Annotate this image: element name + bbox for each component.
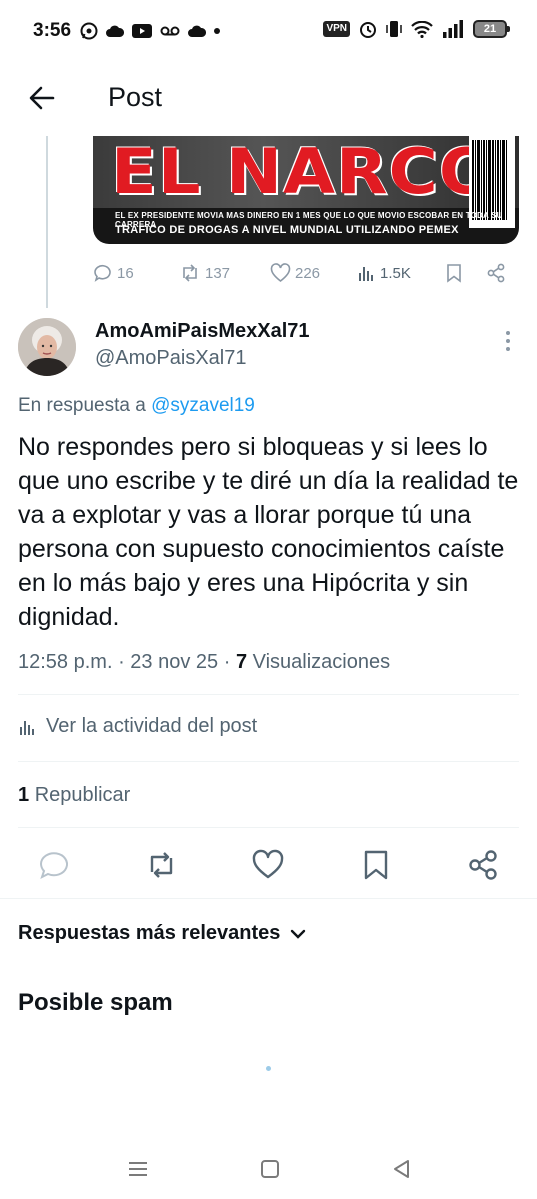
analytics-icon bbox=[20, 720, 34, 735]
top-app-bar: Post bbox=[0, 62, 537, 136]
post-metadata: 12:58 p.m. · 23 nov 25 · 7 Visualizacion… bbox=[18, 651, 391, 673]
divider bbox=[18, 827, 519, 828]
parent-like-button[interactable]: 226 bbox=[270, 263, 320, 283]
parent-post-media[interactable]: EL NARCO EL EX PRESIDENTE MOVIA MAS DINE… bbox=[93, 136, 519, 244]
repost-button[interactable] bbox=[144, 848, 178, 882]
cloud-icon bbox=[188, 25, 206, 37]
whatsapp-icon bbox=[80, 22, 98, 40]
comment-icon bbox=[94, 264, 111, 282]
share-icon bbox=[469, 850, 497, 880]
parent-views-button[interactable]: 1.5K bbox=[358, 264, 411, 282]
repost-count: 1 bbox=[18, 784, 30, 806]
repost-stats[interactable]: 1 Republicar bbox=[18, 784, 130, 807]
dot-icon bbox=[214, 28, 220, 34]
home-button[interactable] bbox=[257, 1156, 283, 1182]
reply-context: En respuesta a @syzavel19 bbox=[18, 395, 255, 417]
like-button[interactable] bbox=[251, 848, 285, 882]
page-title: Post bbox=[108, 82, 163, 112]
more-vertical-icon bbox=[506, 331, 510, 351]
system-nav-bar bbox=[0, 1140, 537, 1199]
post-activity-label: Ver la actividad del post bbox=[46, 715, 258, 737]
parent-share-button[interactable] bbox=[486, 263, 506, 283]
media-tagline: TRAFICO DE DROGAS A NIVEL MUNDIAL UTILIZ… bbox=[115, 224, 459, 236]
youtube-icon bbox=[132, 24, 152, 38]
parent-reply-count: 16 bbox=[117, 264, 134, 282]
chevron-down-icon bbox=[291, 929, 306, 939]
parent-repost-button[interactable]: 137 bbox=[179, 263, 230, 283]
thread-connector-line bbox=[46, 136, 48, 308]
cloud-icon bbox=[106, 25, 124, 37]
parent-view-count: 1.5K bbox=[380, 264, 411, 282]
possible-spam-heading[interactable]: Posible spam bbox=[18, 989, 173, 1017]
voicemail-icon bbox=[160, 26, 180, 36]
post-action-bar bbox=[0, 840, 537, 888]
status-time: 3:56 bbox=[33, 20, 72, 41]
bookmark-button[interactable] bbox=[359, 848, 393, 882]
heart-icon bbox=[252, 849, 284, 879]
parent-bookmark-button[interactable] bbox=[445, 263, 463, 283]
arrow-left-icon bbox=[29, 86, 55, 110]
parent-like-count: 226 bbox=[295, 264, 321, 282]
parent-post-actions: 16 137 226 1.5K bbox=[93, 259, 513, 287]
heart-icon bbox=[270, 263, 291, 283]
notification-icons bbox=[80, 22, 220, 40]
reply-button[interactable] bbox=[37, 848, 71, 882]
repost-icon bbox=[150, 852, 173, 878]
parent-reply-button[interactable]: 16 bbox=[93, 263, 134, 283]
comment-icon bbox=[39, 852, 68, 879]
alarm-icon bbox=[360, 22, 376, 38]
repost-label: Republicar bbox=[34, 784, 131, 806]
bookmark-icon bbox=[364, 850, 388, 880]
author-avatar[interactable] bbox=[18, 318, 76, 376]
share-icon bbox=[487, 263, 505, 283]
menu-lines-icon bbox=[129, 1162, 147, 1176]
post-activity-link[interactable]: Ver la actividad del post bbox=[18, 715, 257, 738]
bookmark-icon bbox=[447, 264, 461, 283]
square-home-icon bbox=[261, 1160, 279, 1178]
repost-icon bbox=[183, 264, 197, 282]
analytics-icon bbox=[359, 267, 373, 281]
system-icons: VPN 21 bbox=[323, 20, 510, 38]
loading-indicator bbox=[266, 1066, 271, 1071]
divider bbox=[18, 694, 519, 695]
battery-indicator: 21 bbox=[473, 20, 510, 38]
post-time[interactable]: 12:58 p.m. bbox=[18, 651, 113, 673]
divider bbox=[0, 898, 537, 899]
more-options-button[interactable] bbox=[498, 328, 518, 354]
author-handle[interactable]: @AmoPaisXal71 bbox=[95, 347, 246, 370]
triangle-back-icon bbox=[394, 1160, 409, 1178]
back-button[interactable] bbox=[26, 82, 58, 114]
system-back-button[interactable] bbox=[389, 1156, 415, 1182]
signal-icon bbox=[443, 20, 463, 38]
share-button[interactable] bbox=[466, 848, 500, 882]
wifi-icon bbox=[411, 20, 433, 38]
author-name[interactable]: AmoAmiPaisMexXal71 bbox=[95, 320, 310, 343]
parent-repost-count: 137 bbox=[205, 264, 231, 282]
post-text: No respondes pero si bloqueas y si lees … bbox=[18, 433, 519, 631]
replies-sort-dropdown[interactable]: Respuestas más relevantes bbox=[18, 922, 306, 945]
replies-sort-label: Respuestas más relevantes bbox=[18, 922, 281, 944]
post-views-label: Visualizaciones bbox=[252, 651, 391, 673]
vpn-badge: VPN bbox=[323, 21, 350, 37]
post-date[interactable]: 23 nov 25 bbox=[130, 651, 218, 673]
reply-prefix: En respuesta a bbox=[18, 395, 152, 416]
post-view-count: 7 bbox=[235, 651, 248, 673]
status-bar: 3:56 VPN 21 bbox=[0, 0, 537, 62]
divider bbox=[18, 761, 519, 762]
avatar-image bbox=[18, 318, 76, 376]
recents-button[interactable] bbox=[125, 1156, 151, 1182]
reply-to-link[interactable]: @syzavel19 bbox=[151, 395, 255, 416]
vibrate-icon bbox=[386, 21, 402, 37]
media-headline: EL NARCO bbox=[111, 136, 497, 208]
